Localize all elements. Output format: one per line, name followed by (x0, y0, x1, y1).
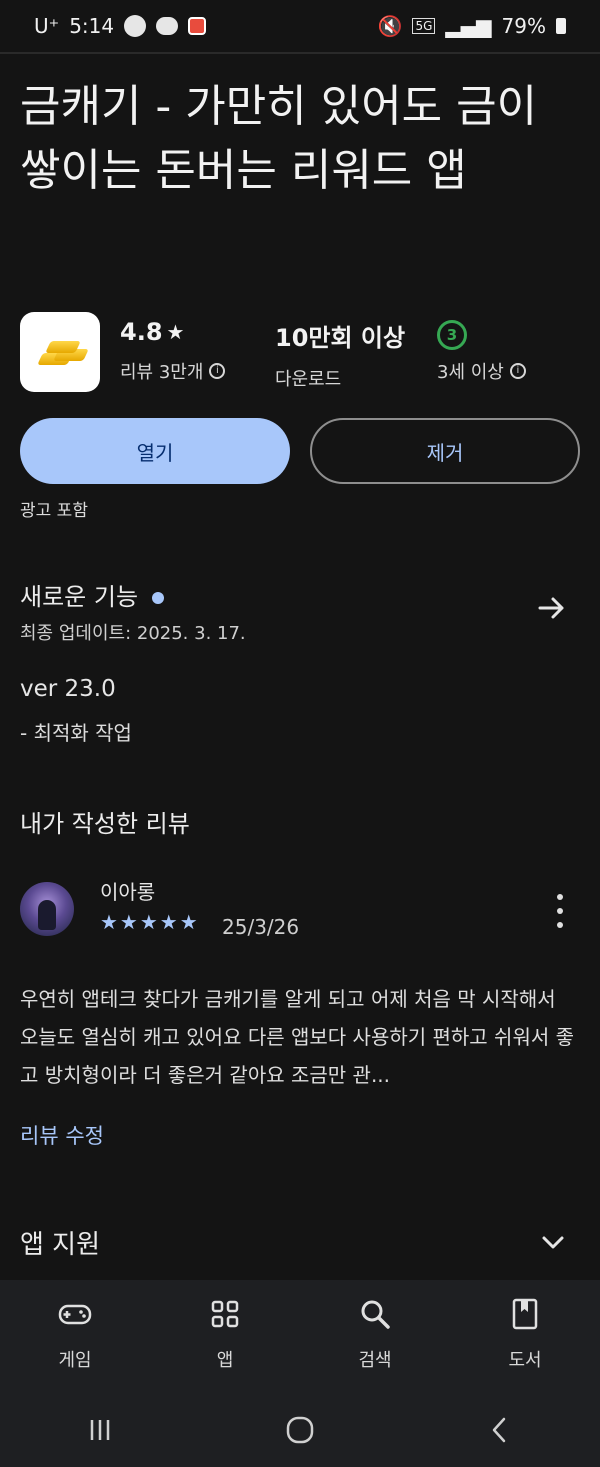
chat-icon (156, 17, 179, 35)
nav-apps-label: 앱 (216, 1350, 234, 1371)
nav-books-label: 도서 (508, 1350, 542, 1371)
status-right: 🔇 5G ▂▄▆ 79% (378, 14, 566, 38)
app-icon (20, 312, 100, 392)
network-type: 5G (412, 18, 436, 34)
more-options-icon[interactable] (552, 894, 568, 928)
whats-new-heading[interactable]: 새로운 기능 (20, 577, 165, 612)
downloads-stat: 10만회 이상 다운로드 (275, 318, 405, 391)
battery-icon (556, 18, 566, 34)
review-date: 25/3/26 (222, 915, 300, 939)
ads-notice: 광고 포함 (20, 501, 88, 521)
edit-review-link[interactable]: 리뷰 수정 (20, 1120, 104, 1150)
signal-icon: ▂▄▆ (445, 14, 492, 38)
gamepad-icon (58, 1304, 92, 1325)
downloads-value: 10만회 이상 (275, 324, 406, 352)
my-review-heading: 내가 작성한 리뷰 (20, 810, 190, 838)
back-icon[interactable] (484, 1414, 516, 1446)
info-icon: i (509, 363, 526, 379)
info-icon: i (209, 363, 226, 379)
gold-bars-icon (34, 337, 89, 367)
recent-apps-icon[interactable] (84, 1414, 116, 1446)
review-stars: ★★★★★ (100, 910, 200, 934)
search-icon (361, 1300, 390, 1329)
book-icon (512, 1298, 538, 1330)
nav-games-label: 게임 (58, 1350, 92, 1371)
app-title: 금캐기 - 가만히 있어도 금이 쌓이는 돈버는 리워드 앱 (20, 81, 538, 196)
reviews-count: 리뷰 3만개 (120, 362, 204, 383)
star-icon: ★ (166, 320, 185, 344)
home-icon[interactable] (284, 1414, 316, 1446)
whats-new-title: 새로운 기능 (20, 583, 139, 611)
downloads-label: 다운로드 (275, 369, 342, 390)
apps-grid-icon (211, 1300, 239, 1328)
rating-value: 4.8 (120, 318, 163, 346)
age-rating-badge: 3 (437, 320, 467, 350)
nav-search-label: 검색 (358, 1350, 392, 1371)
battery-level: 79% (501, 14, 546, 38)
nav-books[interactable]: 도서 (450, 1280, 600, 1392)
open-button[interactable]: 열기 (20, 418, 290, 484)
review-text: 우연히 앱테크 찾다가 금캐기를 알게 되고 어제 처음 막 시작해서 오늘도 … (20, 987, 575, 1087)
top-divider (0, 52, 600, 54)
reviewer-name: 이아롱 (100, 880, 156, 904)
clock: 5:14 (69, 14, 115, 38)
chevron-down-icon[interactable] (540, 1232, 566, 1252)
arrow-right-icon[interactable] (536, 592, 568, 624)
carrier-label: U⁺ (34, 14, 60, 38)
nav-apps[interactable]: 앱 (150, 1280, 300, 1392)
status-left: U⁺ 5:14 (34, 14, 207, 38)
last-updated: 최종 업데이트: 2025. 3. 17. (20, 623, 246, 644)
system-navigation (0, 1392, 600, 1467)
nav-games[interactable]: 게임 (0, 1280, 150, 1392)
status-bar: U⁺ 5:14 🔇 5G ▂▄▆ 79% (0, 0, 600, 52)
calendar-icon (188, 17, 207, 35)
age-rating-label: 3세 이상 (437, 362, 504, 383)
version-text: ver 23.0 (20, 676, 116, 702)
notification-icon (124, 15, 147, 37)
app-support-heading[interactable]: 앱 지원 (20, 1224, 100, 1261)
new-indicator-dot (152, 592, 165, 604)
update-note: - 최적화 작업 (20, 721, 132, 745)
remove-button[interactable]: 제거 (310, 418, 580, 484)
mute-icon: 🔇 (377, 14, 403, 38)
bottom-navigation: 게임 앱 검색 도서 (0, 1280, 600, 1392)
age-rating-stat[interactable]: 3 3세 이상 i (437, 320, 526, 384)
rating-stat[interactable]: 4.8 ★ 리뷰 3만개 i (120, 318, 226, 384)
avatar (20, 882, 74, 936)
nav-search[interactable]: 검색 (300, 1280, 450, 1392)
